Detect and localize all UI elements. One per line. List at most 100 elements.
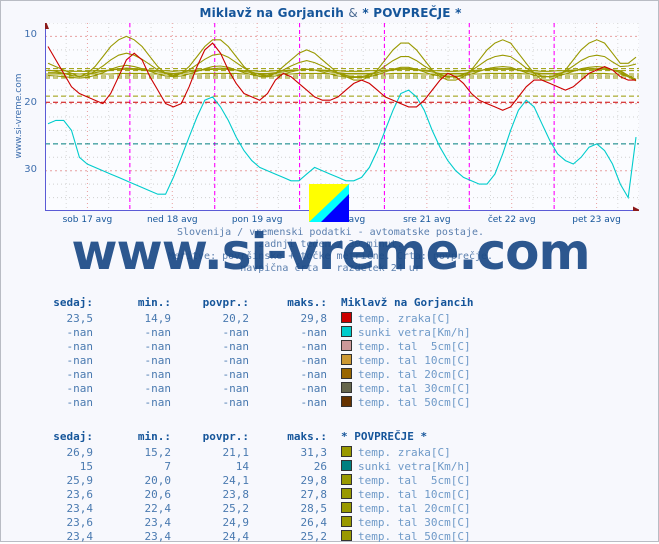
legend-entry: temp. tal 20cm[C] bbox=[327, 368, 473, 382]
legend-color-swatch-icon bbox=[341, 474, 352, 485]
header-average-name: * POVPREČJE * bbox=[341, 430, 428, 443]
legend-color-swatch-icon bbox=[341, 340, 352, 351]
cell-min: 20,6 bbox=[144, 488, 172, 501]
legend-series-label: temp. tal 10cm[C] bbox=[358, 354, 471, 367]
chart-plot-area bbox=[45, 23, 639, 211]
legend-color-swatch-icon bbox=[341, 446, 352, 457]
header-povpr: povpr.: bbox=[202, 430, 249, 443]
cell-sedaj: -nan bbox=[66, 368, 94, 381]
cell-min: -nan bbox=[144, 368, 172, 381]
cell-maks: 29,8 bbox=[300, 474, 328, 487]
cell-povpr: 21,1 bbox=[222, 446, 250, 459]
cell-sedaj: -nan bbox=[66, 382, 94, 395]
cell-sedaj: -nan bbox=[66, 396, 94, 409]
cell-maks: 26 bbox=[313, 460, 327, 473]
table-row: 26,9 15,2 21,1 31,3 temp. zraka[C] bbox=[15, 446, 471, 460]
cell-sedaj: 23,5 bbox=[66, 312, 94, 325]
station-stats-table: sedaj: min.: povpr.: maks.: Miklavž na G… bbox=[1, 295, 659, 410]
table-row: -nan -nan -nan -nan sunki vetra[Km/h] bbox=[15, 326, 473, 340]
legend-color-swatch-icon bbox=[341, 354, 352, 365]
cell-sedaj: 15 bbox=[79, 460, 93, 473]
cell-povpr: -nan bbox=[222, 382, 250, 395]
header-station-name: Miklavž na Gorjancih bbox=[341, 296, 474, 309]
table-row: 23,4 22,4 25,2 28,5 temp. tal 20cm[C] bbox=[15, 502, 471, 516]
chart-caption: Slovenija / vremenski podatki - avtomats… bbox=[1, 227, 659, 275]
cell-sedaj: -nan bbox=[66, 326, 94, 339]
cell-povpr: -nan bbox=[222, 368, 250, 381]
legend-series-label: temp. zraka[C] bbox=[358, 446, 451, 459]
legend-color-swatch-icon bbox=[341, 530, 352, 541]
legend-series-label: temp. zraka[C] bbox=[358, 312, 451, 325]
cell-povpr: 24,9 bbox=[222, 516, 250, 529]
header-min: min.: bbox=[137, 430, 171, 443]
cell-min: 22,4 bbox=[144, 502, 172, 515]
page-title: Miklavž na Gorjancih & * POVPREČJE * bbox=[1, 6, 659, 20]
cell-povpr: 24,1 bbox=[222, 474, 250, 487]
cell-sedaj: 26,9 bbox=[66, 446, 94, 459]
legend-entry: temp. tal 5cm[C] bbox=[327, 340, 473, 354]
cell-maks: -nan bbox=[300, 368, 328, 381]
header-sedaj: sedaj: bbox=[53, 296, 93, 309]
table-row: -nan -nan -nan -nan temp. tal 5cm[C] bbox=[15, 340, 473, 354]
legend-color-swatch-icon bbox=[341, 460, 352, 471]
header-maks: maks.: bbox=[287, 430, 327, 443]
table-row: -nan -nan -nan -nan temp. tal 10cm[C] bbox=[15, 354, 473, 368]
legend-color-swatch-icon bbox=[341, 396, 352, 407]
cell-povpr: -nan bbox=[222, 340, 250, 353]
cell-maks: 31,3 bbox=[300, 446, 328, 459]
legend-entry: temp. tal 5cm[C] bbox=[327, 474, 471, 488]
x-tick-pon-19-avg: pon 19 avg bbox=[231, 215, 283, 225]
x-tick-sre-21-avg: sre 21 avg bbox=[403, 215, 451, 225]
title-station: Miklavž na Gorjancih bbox=[199, 6, 345, 20]
legend-series-label: temp. tal 30cm[C] bbox=[358, 382, 471, 395]
cell-povpr: -nan bbox=[222, 354, 250, 367]
legend-entry: sunki vetra[Km/h] bbox=[327, 326, 473, 340]
cell-povpr: 20,2 bbox=[222, 312, 250, 325]
cell-min: 15,2 bbox=[144, 446, 172, 459]
caption-line-4: navpična črta - razdelek 24 ur bbox=[240, 263, 421, 274]
cell-min: 20,0 bbox=[144, 474, 172, 487]
table-row: 23,5 14,9 20,2 29,8 temp. zraka[C] bbox=[15, 312, 473, 326]
caption-line-3: Meritve: površinske + točke metrične. Čr… bbox=[167, 251, 494, 262]
legend-color-swatch-icon bbox=[341, 312, 352, 323]
table-row: -nan -nan -nan -nan temp. tal 30cm[C] bbox=[15, 382, 473, 396]
title-ampersand: & bbox=[348, 6, 358, 20]
legend-series-label: sunki vetra[Km/h] bbox=[358, 460, 471, 473]
legend-entry: temp. tal 10cm[C] bbox=[327, 488, 471, 502]
legend-entry: temp. tal 30cm[C] bbox=[327, 516, 471, 530]
cell-sedaj: 23,4 bbox=[66, 502, 94, 515]
legend-series-label: temp. tal 50cm[C] bbox=[358, 530, 471, 543]
cell-min: -nan bbox=[144, 382, 172, 395]
cell-sedaj: 25,9 bbox=[66, 474, 94, 487]
table-row: 25,9 20,0 24,1 29,8 temp. tal 5cm[C] bbox=[15, 474, 471, 488]
legend-entry: temp. tal 30cm[C] bbox=[327, 382, 473, 396]
cell-sedaj: 23,6 bbox=[66, 516, 94, 529]
table-row: 23,6 23,4 24,9 26,4 temp. tal 30cm[C] bbox=[15, 516, 471, 530]
cell-sedaj: -nan bbox=[66, 354, 94, 367]
cell-min: -nan bbox=[144, 326, 172, 339]
cell-min: -nan bbox=[144, 354, 172, 367]
cell-maks: 26,4 bbox=[300, 516, 328, 529]
legend-entry: temp. tal 50cm[C] bbox=[327, 396, 473, 410]
header-sedaj: sedaj: bbox=[53, 430, 93, 443]
caption-line-2: zadnji teden / 30 minut. bbox=[258, 239, 403, 250]
legend-series-label: sunki vetra[Km/h] bbox=[358, 326, 471, 339]
header-min: min.: bbox=[137, 296, 171, 309]
cell-min: 23,4 bbox=[144, 516, 172, 529]
cell-min: -nan bbox=[144, 396, 172, 409]
table-row: -nan -nan -nan -nan temp. tal 20cm[C] bbox=[15, 368, 473, 382]
si-vreme-logo-icon bbox=[309, 184, 349, 222]
legend-color-swatch-icon bbox=[341, 326, 352, 337]
cell-min: 7 bbox=[164, 460, 171, 473]
legend-color-swatch-icon bbox=[341, 368, 352, 379]
legend-entry: sunki vetra[Km/h] bbox=[327, 460, 471, 474]
cell-povpr: 25,2 bbox=[222, 502, 250, 515]
cell-maks: 27,8 bbox=[300, 488, 328, 501]
legend-series-label: temp. tal 20cm[C] bbox=[358, 368, 471, 381]
cell-maks: 28,5 bbox=[300, 502, 328, 515]
legend-entry: temp. tal 20cm[C] bbox=[327, 502, 471, 516]
x-tick-sob-17-avg: sob 17 avg bbox=[62, 215, 113, 225]
table-row: 23,6 20,6 23,8 27,8 temp. tal 10cm[C] bbox=[15, 488, 471, 502]
x-tick-ned-18-avg: ned 18 avg bbox=[146, 215, 198, 225]
legend-color-swatch-icon bbox=[341, 488, 352, 499]
